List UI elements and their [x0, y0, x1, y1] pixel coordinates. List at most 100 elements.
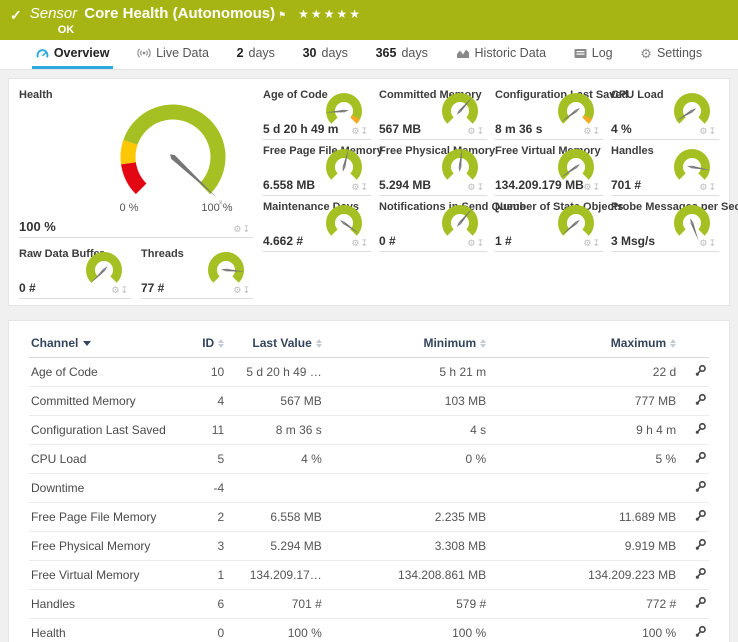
tab-2-days[interactable]: 2days: [233, 40, 279, 69]
pin-icon[interactable]: ↧: [708, 182, 717, 192]
prtg-sensor-overview-page: ✓ Sensor Core Health (Autonomous) ⚑ ★★★★…: [0, 0, 738, 642]
channel-settings-wrench-icon[interactable]: [678, 474, 709, 503]
channel-settings-wrench-icon[interactable]: [678, 590, 709, 619]
tab-bar: OverviewLive Data2days30days365daysHisto…: [0, 40, 738, 70]
mini-gauge: [669, 147, 715, 187]
pin-icon[interactable]: ↧: [592, 238, 601, 248]
cell-channel: Downtime: [29, 474, 185, 503]
pin-icon[interactable]: ↧: [592, 126, 601, 136]
gauge-value: 4.662 #: [263, 234, 303, 248]
sort-desc-icon: [83, 341, 91, 346]
gauge-tile-free-page-file-memory: Free Page File Memory 6.558 MB ⚙↧: [263, 141, 371, 196]
cell-max: 9.919 MB: [488, 532, 678, 561]
column-header-channel[interactable]: Channel: [29, 329, 185, 358]
pin-icon[interactable]: ↧: [360, 126, 369, 136]
pin-icon[interactable]: ↧: [242, 224, 251, 234]
cell-channel: CPU Load: [29, 445, 185, 474]
column-header-id[interactable]: ID: [185, 329, 226, 358]
gauge-scale-label: 0 %: [120, 202, 139, 214]
cell-max: 772 #: [488, 590, 678, 619]
cell-min: [324, 474, 488, 503]
cell-min: 103 MB: [324, 387, 488, 416]
cell-max: 100 %: [488, 619, 678, 642]
gauge-value: 77 #: [141, 281, 164, 295]
pin-icon[interactable]: ↧: [360, 238, 369, 248]
gauge-tile-probe-messages-per-second: Probe Messages per Second 3 Msg/s ⚙↧: [611, 197, 719, 252]
channel-settings-wrench-icon[interactable]: [678, 619, 709, 642]
mini-gauge: [437, 91, 483, 131]
tab-label: Live Data: [156, 46, 209, 60]
tab-log[interactable]: Log: [570, 40, 617, 69]
channel-settings-wrench-icon[interactable]: [678, 358, 709, 387]
cell-id: 2: [185, 503, 226, 532]
gauge-tile-threads: Threads 77 # ⚙↧: [141, 244, 253, 299]
column-header-maximum[interactable]: Maximum: [488, 329, 678, 358]
tab-30-days[interactable]: 30days: [299, 40, 352, 69]
cell-id: 5: [185, 445, 226, 474]
pin-icon[interactable]: ↧: [708, 238, 717, 248]
tab-365-days[interactable]: 365 days: [372, 40, 432, 69]
channel-settings-wrench-icon[interactable]: [678, 445, 709, 474]
column-header-last-value[interactable]: Last Value: [226, 329, 324, 358]
cell-min: 0 %: [324, 445, 488, 474]
cell-max: 11.689 MB: [488, 503, 678, 532]
status-badge: OK: [58, 24, 362, 36]
channel-settings-wrench-icon[interactable]: [678, 503, 709, 532]
mini-gauge: [669, 203, 715, 243]
cell-channel: Free Physical Memory: [29, 532, 185, 561]
mini-gauge: [321, 203, 367, 243]
pin-icon[interactable]: ↧: [242, 285, 251, 295]
gauge-tile-cpu-load: CPU Load 4 % ⚙↧: [611, 85, 719, 140]
flag-icon[interactable]: ⚑: [278, 10, 286, 21]
pin-icon[interactable]: ↧: [592, 182, 601, 192]
pin-icon[interactable]: ↧: [360, 182, 369, 192]
tab-historic-data[interactable]: Historic Data: [452, 40, 551, 69]
channel-row-handles: Handles6701 #579 #772 #: [29, 590, 709, 619]
channel-row-health: Health0100 %100 %100 %: [29, 619, 709, 642]
gear-icon: ⚙: [640, 47, 652, 60]
tab-label: Settings: [657, 46, 702, 60]
channels-panel: ChannelIDLast ValueMinimumMaximum Age of…: [8, 320, 730, 642]
gauge-tile-maintenance-days: Maintenance Days 4.662 # ⚙↧: [263, 197, 371, 252]
sort-icon: [316, 339, 322, 348]
tab-label: days: [322, 46, 348, 60]
broadcast-icon: [137, 47, 151, 59]
cell-min: 100 %: [324, 619, 488, 642]
column-header-minimum[interactable]: Minimum: [324, 329, 488, 358]
cell-last: 701 #: [226, 590, 324, 619]
tab-live-data[interactable]: Live Data: [133, 40, 213, 69]
cell-min: 4 s: [324, 416, 488, 445]
pin-icon[interactable]: ↧: [120, 285, 129, 295]
channel-settings-wrench-icon[interactable]: [678, 561, 709, 590]
cell-channel: Age of Code: [29, 358, 185, 387]
tab-prefix: 2: [237, 46, 244, 60]
cell-min: 579 #: [324, 590, 488, 619]
gauges-panel: Health x0 %100 % 100 % ⚙↧ Raw Data Buffe…: [8, 78, 730, 306]
gauge-value: 4 %: [611, 122, 632, 136]
pin-icon[interactable]: ↧: [476, 126, 485, 136]
tab-prefix: 365: [376, 46, 397, 60]
channel-settings-wrench-icon[interactable]: [678, 532, 709, 561]
tab-overview[interactable]: Overview: [32, 40, 114, 69]
cell-min: 3.308 MB: [324, 532, 488, 561]
mini-gauge: [321, 147, 367, 187]
tab-label: Log: [592, 46, 613, 60]
priority-stars[interactable]: ★★★★★: [298, 7, 362, 21]
pin-icon[interactable]: ↧: [476, 182, 485, 192]
gauge-value: 567 MB: [379, 122, 421, 136]
health-gauge-tile: Health x0 %100 % 100 % ⚙↧: [19, 85, 253, 238]
gauge-tile-raw-data-buffer: Raw Data Buffer 0 # ⚙↧: [19, 244, 131, 299]
cell-channel: Free Virtual Memory: [29, 561, 185, 590]
gauge-tile-handles: Handles 701 # ⚙↧: [611, 141, 719, 196]
pin-icon[interactable]: ↧: [476, 238, 485, 248]
gauge-value: 701 #: [611, 178, 641, 192]
tab-settings[interactable]: ⚙ Settings: [636, 40, 706, 69]
channel-row-cpu-load: CPU Load54 %0 %5 %: [29, 445, 709, 474]
gauge-tile-age-of-code: Age of Code 5 d 20 h 49 m ⚙↧: [263, 85, 371, 140]
channel-settings-wrench-icon[interactable]: [678, 416, 709, 445]
pin-icon[interactable]: ↧: [708, 126, 717, 136]
object-kind-label: Sensor: [30, 5, 78, 22]
tab-label: days: [401, 46, 427, 60]
channel-settings-wrench-icon[interactable]: [678, 387, 709, 416]
cell-last: 5.294 MB: [226, 532, 324, 561]
